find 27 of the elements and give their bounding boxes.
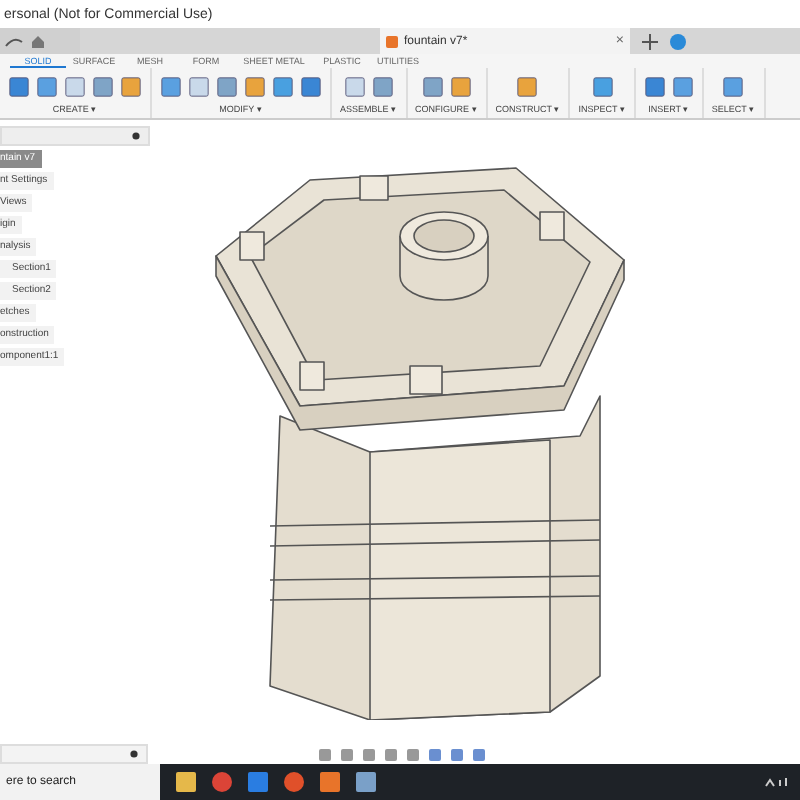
tool-icon[interactable] [516,75,539,97]
tool-icon[interactable] [591,75,614,97]
box-icon [386,35,398,47]
tool-icon[interactable] [449,75,472,97]
home-icon[interactable] [30,33,46,49]
tool-icon[interactable] [421,75,444,97]
dot-icon[interactable] [132,132,140,140]
tool-icon[interactable] [92,75,114,97]
tool-icon[interactable] [671,75,694,97]
tool-icon[interactable] [371,75,394,97]
tool-icon[interactable] [120,75,142,97]
tray-icon[interactable] [764,776,792,788]
tool-icon[interactable] [272,75,294,97]
tool-icon[interactable] [722,75,745,97]
tool-icon[interactable] [244,75,266,97]
tool-icon[interactable] [64,75,86,97]
tool-icon[interactable] [160,75,182,97]
tool-icon[interactable] [36,75,58,97]
tool-icon[interactable] [216,75,238,97]
add-tab-icon[interactable] [642,33,658,49]
dot-icon[interactable] [130,750,138,758]
tool-icon[interactable] [343,75,366,97]
tool-icon[interactable] [8,75,30,97]
tool-icon[interactable] [643,75,666,97]
tool-icon[interactable] [188,75,210,97]
redo-icon[interactable] [4,35,24,47]
tool-icon[interactable] [300,75,322,97]
